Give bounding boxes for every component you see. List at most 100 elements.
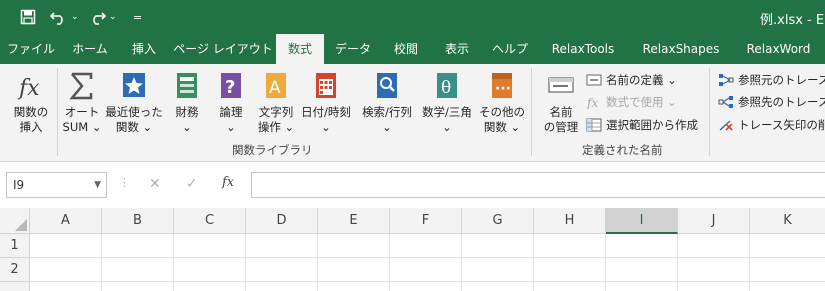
grid-line — [533, 234, 534, 291]
save-icon[interactable] — [20, 8, 36, 26]
name-box[interactable]: I9 ▼ — [6, 172, 107, 198]
date-time-button[interactable]: 日付/時刻 ⌄ — [298, 70, 354, 135]
ribbon-divider — [709, 68, 710, 156]
math-trig-button[interactable]: θ 数学/三角 ⌄ — [418, 70, 476, 135]
lookup-reference-button[interactable]: 検索/行列 ⌄ — [358, 70, 416, 135]
logical-label-1: 論理 — [219, 105, 243, 119]
tab-file[interactable]: ファイル — [0, 34, 62, 64]
trace-precedents-icon — [719, 74, 734, 86]
qat-customize-icon[interactable]: = — [133, 8, 142, 26]
grid-row[interactable] — [30, 258, 825, 282]
row-header[interactable]: 1 — [0, 234, 30, 258]
recently-used-button[interactable]: 最近使った 関数 ⌄ — [104, 70, 164, 135]
create-from-selection-button[interactable]: 選択範囲から作成 — [586, 115, 698, 135]
autosum-label-1: オート — [64, 105, 100, 119]
financial-button[interactable]: 財務 ⌄ — [168, 70, 206, 135]
trace-precedents-button[interactable]: 参照元のトレース — [718, 70, 825, 90]
text-functions-label-1: 文字列 — [258, 105, 294, 119]
tab-data[interactable]: データ — [324, 34, 382, 64]
select-all-corner[interactable] — [0, 208, 30, 234]
autosum-label-2: SUM ⌄ — [62, 120, 102, 134]
tab-view[interactable]: 表示 — [430, 34, 484, 64]
remove-arrows-button[interactable]: トレース矢印の削除 — [718, 115, 825, 135]
row-header[interactable] — [0, 282, 30, 291]
define-name-label: 名前の定義 ⌄ — [606, 73, 677, 87]
ribbon: fx 関数の 挿入 オート SUM ⌄ 最近使った 関数 ⌄ 財務 ⌄ ? 論理… — [0, 64, 825, 162]
tab-review[interactable]: 校閲 — [382, 34, 430, 64]
grid-line — [605, 234, 606, 291]
column-header[interactable]: J — [678, 208, 750, 234]
trace-precedents-label: 参照元のトレース — [738, 73, 825, 87]
more-functions-label-2: 関数 ⌄ — [483, 120, 521, 134]
svg-text:A: A — [269, 78, 281, 98]
name-box-value: I9 — [13, 178, 25, 192]
column-header[interactable]: A — [30, 208, 102, 234]
column-header[interactable]: G — [462, 208, 534, 234]
name-manager-label-1: 名前 — [549, 105, 573, 119]
enter-icon[interactable]: ✓ — [186, 176, 198, 192]
title-bar: ⌄ ⌄ = 例.xlsx - E — [0, 0, 825, 34]
name-box-dropdown-icon[interactable]: ▼ — [94, 173, 101, 197]
trace-dependents-button[interactable]: 参照先のトレース — [718, 92, 825, 112]
tab-home[interactable]: ホーム — [62, 34, 118, 64]
tab-relaxshapes[interactable]: RelaxShapes — [630, 34, 732, 64]
formula-input[interactable] — [251, 172, 825, 198]
insert-function-button[interactable]: fx 関数の 挿入 — [8, 70, 54, 135]
ribbon-divider — [57, 68, 58, 156]
insert-function-label-1: 関数の — [13, 105, 49, 119]
fx-icon: fx — [17, 76, 40, 101]
tab-help[interactable]: ヘルプ — [484, 34, 536, 64]
column-header[interactable]: C — [174, 208, 246, 234]
window-title: 例.xlsx - E — [760, 13, 825, 28]
column-header[interactable]: F — [390, 208, 462, 234]
grid-line — [461, 234, 462, 291]
sigma-icon — [69, 72, 93, 100]
column-header[interactable]: K — [750, 208, 825, 234]
grid-line — [317, 234, 318, 291]
row-header[interactable]: 2 — [0, 258, 30, 282]
autosum-button[interactable]: オート SUM ⌄ — [60, 70, 104, 135]
text-functions-button[interactable]: A 文字列 操作 ⌄ — [254, 70, 298, 135]
tab-insert[interactable]: 挿入 — [118, 34, 170, 64]
cancel-icon[interactable]: ✕ — [149, 176, 161, 192]
define-name-button[interactable]: 名前の定義 ⌄ — [586, 70, 677, 90]
use-in-formula-label: 数式で使用 ⌄ — [606, 95, 677, 109]
column-header[interactable]: E — [318, 208, 390, 234]
name-manager-label-2: の管理 — [543, 120, 579, 134]
svg-text:θ: θ — [441, 78, 451, 98]
more-functions-button[interactable]: ··· その他の 関数 ⌄ — [478, 70, 526, 135]
svg-text:fx: fx — [17, 76, 40, 101]
logic-icon: ? — [221, 73, 241, 98]
logical-button[interactable]: ? 論理 ⌄ — [212, 70, 250, 135]
name-manager-button[interactable]: 名前 の管理 — [538, 70, 584, 135]
ribbon-tab-bar: ファイル ホーム 挿入 ページ レイアウト 数式 データ 校閲 表示 ヘルプ R… — [0, 34, 825, 64]
create-from-selection-icon — [586, 118, 602, 132]
grid-row[interactable] — [30, 234, 825, 258]
column-header[interactable]: D — [246, 208, 318, 234]
financial-label-1: 財務 — [175, 105, 199, 119]
column-header-selected[interactable]: I — [606, 208, 678, 234]
more-functions-label-1: その他の — [479, 105, 525, 119]
math-trig-label-2: ⌄ — [442, 120, 452, 134]
insert-function-icon[interactable]: fx — [222, 175, 234, 190]
tab-relaxtools[interactable]: RelaxTools — [536, 34, 630, 64]
undo-icon[interactable]: ⌄ — [50, 8, 79, 26]
use-in-formula-icon: fx — [586, 96, 598, 109]
svg-text:?: ? — [225, 77, 235, 98]
logical-label-2: ⌄ — [226, 120, 236, 134]
svg-text:fx: fx — [586, 96, 598, 109]
text-icon: A — [266, 73, 286, 98]
math-trig-label-1: 数学/三角 — [422, 105, 472, 119]
tab-relaxword[interactable]: RelaxWord — [732, 34, 825, 64]
tab-formulas[interactable]: 数式 — [276, 34, 324, 64]
use-in-formula-button[interactable]: fx 数式で使用 ⌄ — [586, 92, 677, 112]
function-library-group-label: 関数ライブラリ — [232, 143, 313, 157]
column-header[interactable]: B — [102, 208, 174, 234]
redo-icon[interactable]: ⌄ — [88, 8, 117, 26]
more-functions-icon: ··· — [492, 73, 512, 98]
math-icon: θ — [437, 73, 457, 98]
tab-page-layout[interactable]: ページ レイアウト — [170, 34, 276, 64]
formula-bar-grip-icon[interactable]: ⋮ — [119, 176, 130, 189]
recently-used-label-1: 最近使った — [105, 105, 163, 119]
column-header[interactable]: H — [534, 208, 606, 234]
